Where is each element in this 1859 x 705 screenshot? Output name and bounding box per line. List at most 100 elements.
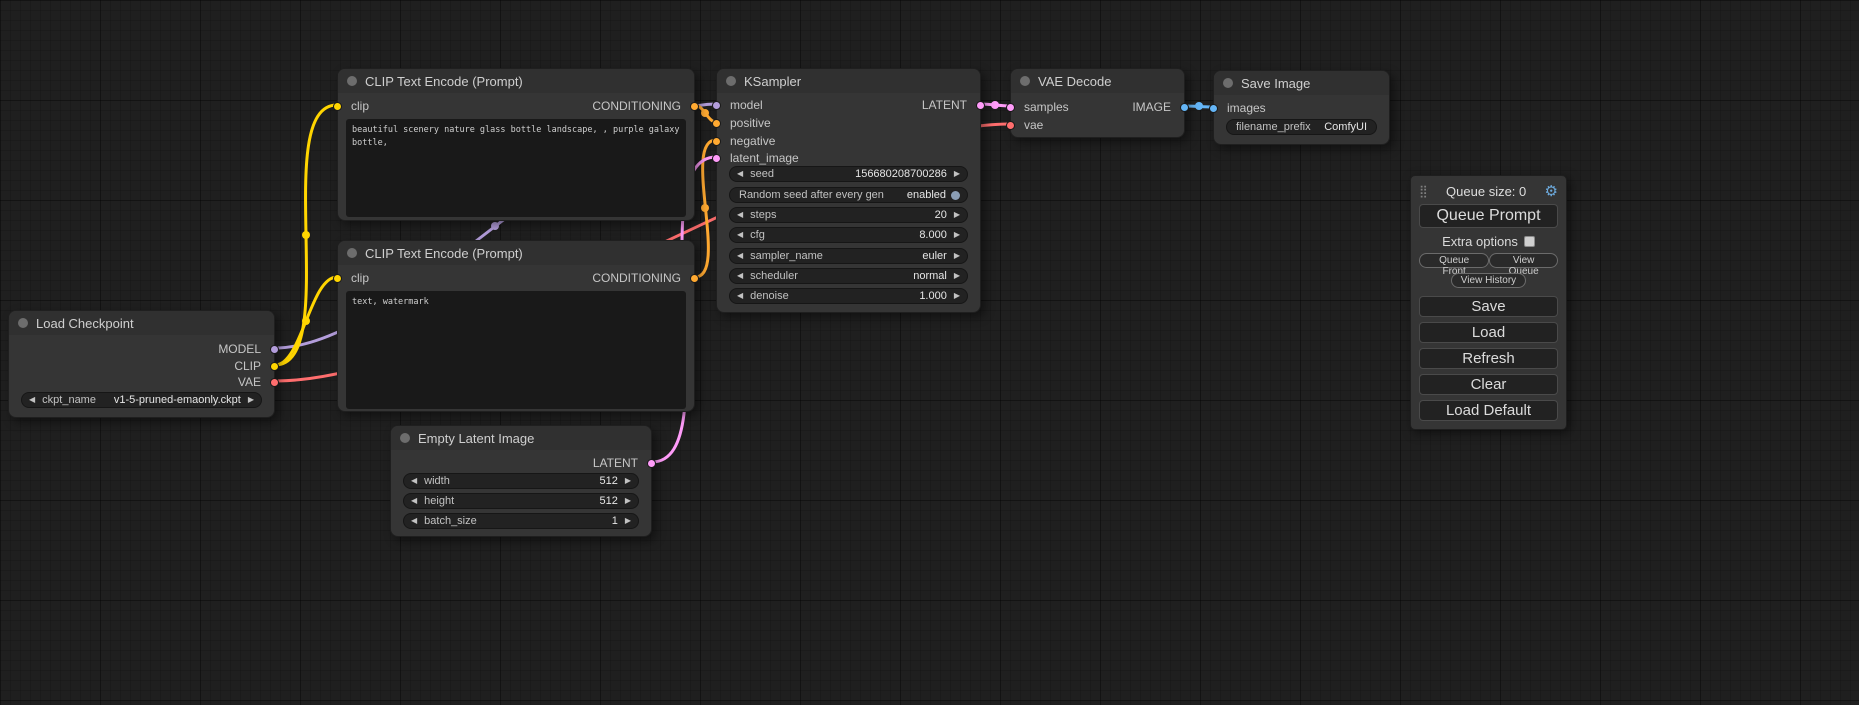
extra-options-label: Extra options — [1442, 234, 1518, 249]
positive-input-dot[interactable] — [712, 119, 721, 128]
node-load-checkpoint[interactable]: Load Checkpoint MODEL CLIP VAE ◀ ckpt_na… — [8, 310, 275, 418]
widget-cfg[interactable]: ◀ cfg 8.000 ▶ — [729, 227, 968, 243]
right-arrow-icon[interactable]: ▶ — [625, 517, 631, 525]
widget-seed[interactable]: ◀ seed 156680208700286 ▶ — [729, 166, 968, 182]
slot-label: VAE — [238, 375, 261, 389]
left-arrow-icon[interactable]: ◀ — [737, 252, 743, 260]
vae-output-dot[interactable] — [270, 378, 279, 387]
widget-scheduler[interactable]: ◀ scheduler normal ▶ — [729, 268, 968, 284]
settings-gear-icon[interactable]: ⚙ — [1545, 184, 1558, 199]
right-arrow-icon[interactable]: ▶ — [625, 477, 631, 485]
slot-label: CLIP — [234, 359, 261, 373]
node-clip-text-encode-negative[interactable]: CLIP Text Encode (Prompt) clip CONDITION… — [337, 240, 695, 412]
widget-value: 8.000 — [765, 229, 947, 241]
widget-steps[interactable]: ◀ steps 20 ▶ — [729, 207, 968, 223]
input-slot-vae: vae — [1011, 118, 1184, 132]
node-status-dot — [1020, 76, 1030, 86]
left-arrow-icon[interactable]: ◀ — [737, 211, 743, 219]
left-arrow-icon[interactable]: ◀ — [411, 517, 417, 525]
view-history-button[interactable]: View History — [1451, 273, 1526, 288]
right-arrow-icon[interactable]: ▶ — [954, 170, 960, 178]
node-status-dot — [726, 76, 736, 86]
output-slot-latent: LATENT — [391, 456, 651, 470]
left-arrow-icon[interactable]: ◀ — [29, 396, 35, 404]
node-status-dot — [1223, 78, 1233, 88]
node-title-bar[interactable]: Load Checkpoint — [9, 311, 274, 335]
widget-filename-prefix[interactable]: filename_prefix ComfyUI — [1226, 119, 1377, 135]
menu-header: ⣿ Queue size: 0 ⚙ — [1419, 181, 1558, 201]
input-slot-latent-image: latent_image — [717, 151, 980, 165]
image-output-dot[interactable] — [1180, 103, 1189, 112]
node-title-bar[interactable]: CLIP Text Encode (Prompt) — [338, 241, 694, 265]
right-arrow-icon[interactable]: ▶ — [248, 396, 254, 404]
widget-label: width — [424, 475, 450, 487]
widget-label: sampler_name — [750, 250, 823, 262]
left-arrow-icon[interactable]: ◀ — [737, 170, 743, 178]
load-default-button[interactable]: Load Default — [1419, 400, 1558, 421]
node-clip-text-encode-positive[interactable]: CLIP Text Encode (Prompt) clip CONDITION… — [337, 68, 695, 221]
input-slot-negative: negative — [717, 134, 980, 148]
model-output-dot[interactable] — [270, 345, 279, 354]
slot-label: negative — [730, 134, 775, 148]
node-save-image[interactable]: Save Image images filename_prefix ComfyU… — [1213, 70, 1390, 145]
widget-batch-size[interactable]: ◀ batch_size 1 ▶ — [403, 513, 639, 529]
right-arrow-icon[interactable]: ▶ — [625, 497, 631, 505]
node-empty-latent-image[interactable]: Empty Latent Image LATENT ◀ width 512 ▶ … — [390, 425, 652, 537]
menu-drag-handle-icon[interactable]: ⣿ — [1419, 184, 1428, 198]
widget-ckpt-name[interactable]: ◀ ckpt_name v1-5-pruned-emaonly.ckpt ▶ — [21, 392, 262, 408]
widget-label: ckpt_name — [42, 394, 96, 406]
view-queue-button[interactable]: View Queue — [1489, 253, 1558, 268]
load-button[interactable]: Load — [1419, 322, 1558, 343]
widget-height[interactable]: ◀ height 512 ▶ — [403, 493, 639, 509]
node-title-bar[interactable]: CLIP Text Encode (Prompt) — [338, 69, 694, 93]
node-title-bar[interactable]: VAE Decode — [1011, 69, 1184, 93]
left-arrow-icon[interactable]: ◀ — [737, 272, 743, 280]
widget-width[interactable]: ◀ width 512 ▶ — [403, 473, 639, 489]
widget-denoise[interactable]: ◀ denoise 1.000 ▶ — [729, 288, 968, 304]
left-arrow-icon[interactable]: ◀ — [737, 292, 743, 300]
toggle-dot[interactable] — [951, 191, 960, 200]
images-input-dot[interactable] — [1209, 104, 1218, 113]
input-slot-positive: positive — [717, 116, 980, 130]
right-arrow-icon[interactable]: ▶ — [954, 252, 960, 260]
negative-input-dot[interactable] — [712, 137, 721, 146]
widget-value: 512 — [450, 475, 618, 487]
widget-value: v1-5-pruned-emaonly.ckpt — [96, 394, 241, 406]
right-arrow-icon[interactable]: ▶ — [954, 292, 960, 300]
clip-output-dot[interactable] — [270, 362, 279, 371]
output-slot-conditioning: CONDITIONING — [338, 99, 694, 113]
left-arrow-icon[interactable]: ◀ — [737, 231, 743, 239]
vae-input-dot[interactable] — [1006, 121, 1015, 130]
widget-random-seed-toggle[interactable]: Random seed after every gen enabled — [729, 187, 968, 203]
left-arrow-icon[interactable]: ◀ — [411, 477, 417, 485]
positive-prompt-textarea[interactable]: beautiful scenery nature glass bottle la… — [346, 119, 686, 217]
right-arrow-icon[interactable]: ▶ — [954, 231, 960, 239]
node-title-bar[interactable]: KSampler — [717, 69, 980, 93]
slot-label: latent_image — [730, 151, 799, 165]
refresh-button[interactable]: Refresh — [1419, 348, 1558, 369]
left-arrow-icon[interactable]: ◀ — [411, 497, 417, 505]
right-arrow-icon[interactable]: ▶ — [954, 272, 960, 280]
clear-button[interactable]: Clear — [1419, 374, 1558, 395]
node-title: VAE Decode — [1038, 74, 1111, 89]
conditioning-output-dot[interactable] — [690, 102, 699, 111]
queue-front-button[interactable]: Queue Front — [1419, 253, 1489, 268]
node-vae-decode[interactable]: VAE Decode samples IMAGE vae — [1010, 68, 1185, 138]
node-ksampler[interactable]: KSampler model LATENT positive negative … — [716, 68, 981, 313]
queue-prompt-button[interactable]: Queue Prompt — [1419, 204, 1558, 228]
latent-output-dot[interactable] — [647, 459, 656, 468]
widget-value: ComfyUI — [1311, 121, 1367, 133]
extra-options-checkbox[interactable] — [1524, 236, 1535, 247]
widget-value: 20 — [776, 209, 946, 221]
widget-sampler-name[interactable]: ◀ sampler_name euler ▶ — [729, 248, 968, 264]
conditioning-output-dot[interactable] — [690, 274, 699, 283]
node-title-bar[interactable]: Empty Latent Image — [391, 426, 651, 450]
save-button[interactable]: Save — [1419, 296, 1558, 317]
right-arrow-icon[interactable]: ▶ — [954, 211, 960, 219]
latent-image-input-dot[interactable] — [712, 154, 721, 163]
queue-buttons-row: Queue Front View Queue — [1419, 253, 1558, 268]
negative-prompt-textarea[interactable]: text, watermark — [346, 291, 686, 409]
widget-value: enabled — [884, 189, 946, 201]
latent-output-dot[interactable] — [976, 101, 985, 110]
node-title-bar[interactable]: Save Image — [1214, 71, 1389, 95]
